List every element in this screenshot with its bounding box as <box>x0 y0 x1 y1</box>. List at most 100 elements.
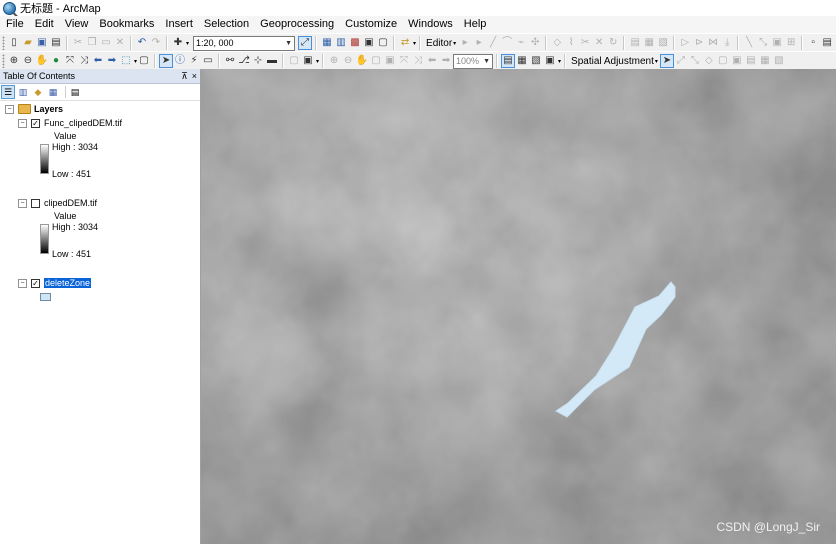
editor-menu-button[interactable]: Editor ▾ <box>424 38 458 49</box>
toolbar-options-icon[interactable]: ▾ <box>413 40 416 47</box>
list-by-source-icon[interactable]: ▥ <box>17 86 29 98</box>
model-builder-icon[interactable]: ▢ <box>377 37 389 49</box>
new-document-icon[interactable]: ▯ <box>8 37 20 49</box>
fixed-zoom-out-icon[interactable]: ⤨ <box>78 55 90 67</box>
zoom-percent-combo[interactable]: 100% ▼ <box>453 53 494 69</box>
back-extent-icon[interactable]: ⬅ <box>92 55 104 67</box>
polygon-symbol-patch[interactable] <box>40 293 51 301</box>
straight-segment-icon[interactable]: ╱ <box>487 37 499 49</box>
toolbar-grip[interactable] <box>2 54 5 68</box>
table-icon[interactable]: ▤ <box>821 37 833 49</box>
catalog-window-icon[interactable]: ▦ <box>321 37 333 49</box>
time-slider-icon[interactable]: ▢ <box>288 55 300 67</box>
menu-help[interactable]: Help <box>458 16 492 33</box>
zoom-in-icon[interactable]: ⊕ <box>8 55 20 67</box>
edit-vertices-icon[interactable]: ◇ <box>551 37 563 49</box>
viewer-dropdown-icon[interactable]: ▾ <box>316 58 319 65</box>
copy-icon[interactable]: ❐ <box>86 37 98 49</box>
python-window-icon[interactable]: ▣ <box>363 37 375 49</box>
tree-root-layers[interactable]: − Layers <box>5 103 63 115</box>
toggle-draft-mode-icon[interactable]: ▤ <box>501 54 516 68</box>
scale-icon[interactable]: ⤡ <box>757 37 769 49</box>
map-display[interactable]: CSDN @LongJ_Sir <box>201 69 836 544</box>
open-folder-icon[interactable]: ▰ <box>22 37 34 49</box>
add-data-icon[interactable]: ✚ <box>172 37 184 49</box>
close-icon[interactable]: × <box>192 71 197 82</box>
menu-file[interactable]: File <box>0 16 29 33</box>
split-icon[interactable]: ✕ <box>593 37 605 49</box>
list-by-visibility-icon[interactable]: ◆ <box>32 86 44 98</box>
attributes-icon[interactable]: ▤ <box>629 37 641 49</box>
grid-icon[interactable]: ⊞ <box>785 37 797 49</box>
options-icon[interactable]: ▤ <box>69 86 81 98</box>
menu-customize[interactable]: Customize <box>339 16 402 33</box>
find-binoculars-icon[interactable]: ⚯ <box>224 55 236 67</box>
list-by-selection-icon[interactable]: ▦ <box>47 86 59 98</box>
forward-extent-icon[interactable]: ➡ <box>106 55 118 67</box>
create-viewer-icon[interactable]: ▣ <box>302 55 314 67</box>
menu-bookmarks[interactable]: Bookmarks <box>93 16 159 33</box>
customize-toolbar-icon[interactable]: ⇄ <box>399 37 411 49</box>
cut-polygons-icon[interactable]: ✂ <box>579 37 591 49</box>
redo-icon[interactable]: ↷ <box>150 37 162 49</box>
reshape-icon[interactable]: ⌇ <box>565 37 577 49</box>
layout-forward-icon[interactable]: ➡ <box>440 55 452 67</box>
collapse-icon[interactable]: − <box>18 278 27 288</box>
identify-icon[interactable]: ⓘ <box>174 55 186 67</box>
limited-adjustment-icon[interactable]: ▣ <box>731 55 743 67</box>
sketch-properties-icon[interactable]: ▦ <box>643 37 655 49</box>
html-popup-icon[interactable]: ▭ <box>202 55 214 67</box>
link-table-icon[interactable]: ▤ <box>745 55 757 67</box>
change-layout-icon[interactable]: ▧ <box>530 55 542 67</box>
topology-edit-icon[interactable]: ⊳ <box>693 37 705 49</box>
select-features-icon[interactable]: ⬚ <box>120 55 132 67</box>
measure-ruler-icon[interactable]: ▬ <box>266 55 278 67</box>
layout-fixed-zoom-in-icon[interactable]: ⤧ <box>398 55 410 67</box>
zoom-out-icon[interactable]: ⊖ <box>22 55 34 67</box>
new-displacement-link-icon[interactable]: ⤢ <box>675 55 687 67</box>
measure-icon[interactable]: ⤓ <box>721 37 733 49</box>
focus-data-frame-icon[interactable]: ▦ <box>516 55 528 67</box>
end-point-arc-icon[interactable]: ⌒ <box>501 37 513 49</box>
full-extent-globe-icon[interactable]: ● <box>50 55 62 67</box>
zoom-whole-page-icon[interactable]: ▢ <box>370 55 382 67</box>
clear-selection-icon[interactable]: ▢ <box>138 55 150 67</box>
spatial-adjustment-menu-button[interactable]: Spatial Adjustment ▾ <box>569 56 660 67</box>
edit-tool-icon[interactable]: ▸ <box>459 37 471 49</box>
trace-icon[interactable]: ⌁ <box>515 37 527 49</box>
delete-icon[interactable]: ✕ <box>114 37 126 49</box>
toolbar-grip[interactable] <box>2 36 5 50</box>
go-to-xy-icon[interactable]: ⊹ <box>252 55 264 67</box>
fixed-zoom-in-icon[interactable]: ⤧ <box>64 55 76 67</box>
layer-func-clipeddem[interactable]: − ✓ Func_clipedDEM.tif <box>18 117 122 129</box>
menu-windows[interactable]: Windows <box>402 16 458 33</box>
menu-insert[interactable]: Insert <box>159 16 198 33</box>
hyperlink-icon[interactable]: ⚡ <box>188 55 200 67</box>
rotate-icon[interactable]: ↻ <box>607 37 619 49</box>
zoom-100-icon[interactable]: ▣ <box>384 55 396 67</box>
layer-deletezone[interactable]: − ✓ deleteZone <box>18 277 92 289</box>
save-icon[interactable]: ▣ <box>36 37 48 49</box>
layout-pan-icon[interactable]: ✋ <box>356 55 368 67</box>
edit-annotation-icon[interactable]: ▸ <box>473 37 485 49</box>
map-scale-combo[interactable]: 1:20, 000 ▼ <box>193 35 296 51</box>
adjustment-preview-icon[interactable]: ▦ <box>759 55 771 67</box>
menu-geoprocessing[interactable]: Geoprocessing <box>254 16 339 33</box>
attribute-transfer-icon[interactable]: ▧ <box>773 55 785 67</box>
select-elements-icon[interactable]: ➤ <box>659 54 674 68</box>
menu-edit[interactable]: Edit <box>29 16 59 33</box>
pan-hand-icon[interactable]: ✋ <box>36 55 48 67</box>
layout-back-icon[interactable]: ⬅ <box>426 55 438 67</box>
data-driven-pages-icon[interactable]: ▣ <box>544 55 556 67</box>
cut-icon[interactable]: ✂ <box>72 37 84 49</box>
new-identity-link-icon[interactable]: ▢ <box>717 55 729 67</box>
multiple-displacement-icon[interactable]: ◇ <box>703 55 715 67</box>
toolbar-overflow-icon[interactable]: ▫ <box>807 37 819 49</box>
select-elements-arrow-icon[interactable]: ➤ <box>159 54 174 68</box>
editor-toolbar-toggle-icon[interactable]: ⤢ <box>298 36 313 50</box>
arctoolbox-icon[interactable]: ▩ <box>349 37 361 49</box>
create-features-icon[interactable]: ▧ <box>657 37 669 49</box>
point-icon[interactable]: ✣ <box>529 37 541 49</box>
layout-options-icon[interactable]: ▾ <box>558 58 561 65</box>
draw-line-icon[interactable]: ╲ <box>743 37 755 49</box>
